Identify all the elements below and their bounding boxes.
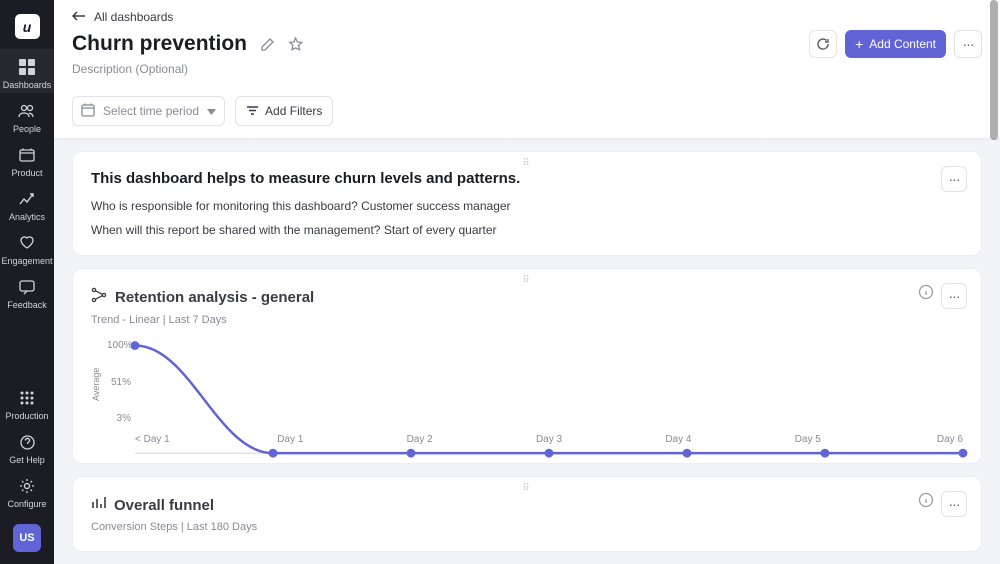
sidebar-item-configure[interactable]: Configure <box>0 468 54 512</box>
retention-icon <box>91 287 107 308</box>
card-overflow-button[interactable]: ··· <box>941 491 967 517</box>
chart-y-axis-ticks: 100% 51% 3% <box>107 340 135 424</box>
plus-icon: + <box>855 37 863 51</box>
sidebar-item-label: Feedback <box>0 300 54 310</box>
people-icon <box>16 100 38 122</box>
funnel-icon <box>91 495 106 515</box>
sidebar-item-label: Configure <box>0 499 54 509</box>
filter-bar: Select time period Add Filters <box>54 88 1000 139</box>
retention-sub: Trend - Linear | Last 7 Days <box>91 314 963 326</box>
sidebar-item-dashboards[interactable]: Dashboards <box>0 49 54 93</box>
sidebar-item-engagement[interactable]: Engagement <box>0 225 54 269</box>
back-to-dashboards[interactable]: All dashboards <box>72 10 982 24</box>
arrow-left-icon <box>72 10 86 24</box>
funnel-sub: Conversion Steps | Last 180 Days <box>91 521 963 533</box>
add-filters-button[interactable]: Add Filters <box>235 96 333 126</box>
header: All dashboards Churn prevention + Add Co… <box>54 0 1000 88</box>
drag-handle[interactable]: ⠿ <box>522 275 531 286</box>
description-placeholder[interactable]: Description (Optional) <box>72 62 982 76</box>
chart-plot <box>135 340 963 428</box>
sidebar-item-label: Product <box>0 168 54 178</box>
sidebar-item-feedback[interactable]: Feedback <box>0 269 54 313</box>
favorite-button[interactable] <box>287 36 303 52</box>
sidebar-item-label: People <box>0 124 54 134</box>
sidebar-item-help[interactable]: Get Help <box>0 424 54 468</box>
chart-y-axis-label: Average <box>91 340 105 428</box>
feedback-icon <box>16 276 38 298</box>
refresh-button[interactable] <box>809 30 837 58</box>
add-filters-label: Add Filters <box>265 104 322 118</box>
info-icon[interactable] <box>917 283 935 301</box>
calendar-icon <box>81 103 95 120</box>
sidebar-item-label: Get Help <box>0 455 54 465</box>
y-tick: 100% <box>107 340 131 351</box>
intro-line-2: When will this report be shared with the… <box>91 223 963 237</box>
sidebar-item-production[interactable]: Production <box>0 380 54 424</box>
product-icon <box>16 144 38 166</box>
y-tick: 51% <box>107 377 131 388</box>
ellipsis-icon: ··· <box>949 501 960 507</box>
drag-handle[interactable]: ⠿ <box>522 483 531 494</box>
card-overflow-button[interactable]: ··· <box>941 166 967 192</box>
avatar[interactable]: US <box>13 524 41 552</box>
y-tick: 3% <box>107 413 131 424</box>
sidebar-item-label: Analytics <box>0 212 54 222</box>
app-logo[interactable]: u <box>15 14 40 39</box>
main: All dashboards Churn prevention + Add Co… <box>54 0 1000 564</box>
grid-icon <box>16 56 38 78</box>
retention-card: ⠿ ··· Retention analysis - general Trend… <box>72 268 982 464</box>
apps-icon <box>16 387 38 409</box>
sidebar-item-label: Production <box>0 411 54 421</box>
sidebar: u Dashboards People Product Analytics En… <box>0 0 54 564</box>
funnel-title: Overall funnel <box>114 497 214 514</box>
add-content-button[interactable]: + Add Content <box>845 30 946 58</box>
drag-handle[interactable]: ⠿ <box>522 158 531 169</box>
intro-line-1: Who is responsible for monitoring this d… <box>91 199 963 213</box>
content: ⠿ ··· This dashboard helps to measure ch… <box>54 139 1000 564</box>
intro-card: ⠿ ··· This dashboard helps to measure ch… <box>72 151 982 256</box>
ellipsis-icon: ··· <box>963 41 974 47</box>
gear-icon <box>16 475 38 497</box>
help-icon <box>16 431 38 453</box>
sidebar-item-label: Engagement <box>0 256 54 266</box>
page-title: Churn prevention <box>72 32 247 56</box>
filter-icon <box>246 104 259 119</box>
retention-title: Retention analysis - general <box>115 289 314 306</box>
funnel-card: ⠿ ··· Overall funnel Conversion Steps | … <box>72 476 982 552</box>
sidebar-item-analytics[interactable]: Analytics <box>0 181 54 225</box>
scrollbar-thumb[interactable] <box>990 0 998 140</box>
chevron-down-icon <box>207 104 216 118</box>
engagement-icon <box>16 232 38 254</box>
ellipsis-icon: ··· <box>949 176 960 182</box>
dashboard-overflow-button[interactable]: ··· <box>954 30 982 58</box>
edit-title-button[interactable] <box>259 36 275 52</box>
sidebar-item-people[interactable]: People <box>0 93 54 137</box>
ellipsis-icon: ··· <box>949 293 960 299</box>
analytics-icon <box>16 188 38 210</box>
intro-heading: This dashboard helps to measure churn le… <box>91 170 963 187</box>
time-period-placeholder: Select time period <box>103 104 199 118</box>
retention-chart: Average 100% 51% 3% <box>91 340 963 428</box>
breadcrumb-label: All dashboards <box>94 10 173 24</box>
sidebar-item-label: Dashboards <box>0 80 54 90</box>
card-overflow-button[interactable]: ··· <box>941 283 967 309</box>
sidebar-item-product[interactable]: Product <box>0 137 54 181</box>
add-content-label: Add Content <box>869 37 936 51</box>
info-icon[interactable] <box>917 491 935 509</box>
scrollbar[interactable] <box>990 0 998 564</box>
time-period-select[interactable]: Select time period <box>72 96 225 126</box>
